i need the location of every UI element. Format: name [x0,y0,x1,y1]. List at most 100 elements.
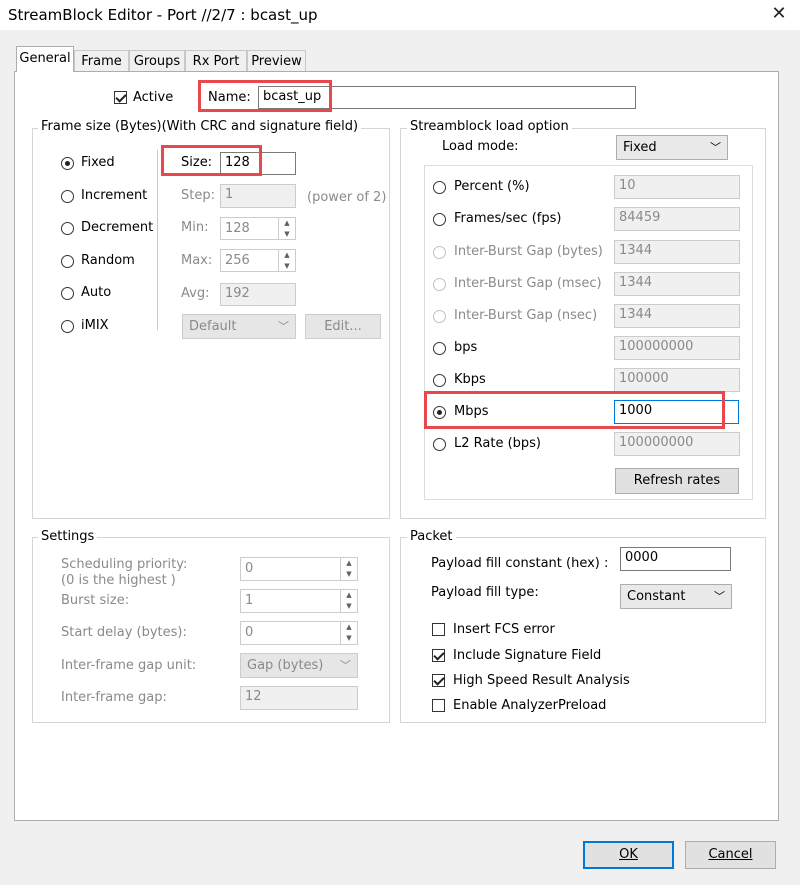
load-option-value[interactable]: 1000 [614,400,739,424]
load-option-value: 100000 [614,368,740,392]
active-checkbox[interactable] [114,91,127,104]
radio-fixed[interactable] [61,157,74,170]
frame-size-divider [157,150,158,330]
ok-button[interactable]: OK [583,841,674,869]
load-option-value: 100000000 [614,432,740,456]
radio-random[interactable] [61,255,74,268]
radio-imix[interactable] [61,320,74,333]
cancel-button[interactable]: Cancel [685,841,776,869]
burst-value: 1 [245,593,254,608]
spin-up-icon[interactable]: ▲ [279,250,295,261]
load-radio-3 [433,278,446,291]
gap-unit-label: Inter-frame gap unit: [61,658,197,673]
packet-checkbox-3[interactable] [432,699,445,712]
load-option-value: 84459 [614,207,740,231]
load-option-value: 1344 [614,240,740,264]
chevron-down-icon: ﹀ [340,659,351,672]
imix-select-value: Default [189,319,237,334]
name-input[interactable]: bcast_up [258,86,636,109]
radio-increment-label: Increment [81,188,148,203]
load-radio-0[interactable] [433,181,446,194]
gap-unit-value: Gap (bytes) [247,658,324,673]
load-option-label: Mbps [454,404,489,419]
fill-constant-input[interactable]: 0000 [620,547,731,571]
fill-type-select[interactable]: Constant ﹀ [620,584,732,609]
tab-general[interactable]: General [16,46,74,72]
max-value: 256 [225,253,250,268]
spin-down-icon[interactable]: ▼ [279,261,295,272]
packet-checkbox-1[interactable] [432,649,445,662]
burst-spinner[interactable]: 1 ▲ ▼ [240,589,358,613]
spin-down-icon[interactable]: ▼ [279,229,295,240]
spin-up-icon[interactable]: ▲ [341,558,357,569]
spin-up-icon[interactable]: ▲ [341,590,357,601]
min-spinner[interactable]: 128 ▲ ▼ [220,217,296,240]
radio-decrement[interactable] [61,222,74,235]
ok-button-label: OK [619,847,638,862]
chevron-down-icon: ﹀ [710,141,721,154]
max-spinner[interactable]: 256 ▲ ▼ [220,249,296,272]
window-title: StreamBlock Editor - Port //2/7 : bcast_… [8,6,318,24]
load-option-label: Inter-Burst Gap (bytes) [454,244,603,259]
load-radio-6[interactable] [433,374,446,387]
gap-unit-select[interactable]: Gap (bytes) ﹀ [240,653,358,678]
size-label: Size: [181,155,213,170]
load-option-label: Percent (%) [454,179,530,194]
packet-checkbox-label: Enable AnalyzerPreload [453,698,607,713]
min-label: Min: [181,220,209,235]
packet-title: Packet [407,529,456,545]
load-option-label: Inter-Burst Gap (msec) [454,276,602,291]
packet-checkbox-label: Insert FCS error [453,622,555,637]
spin-down-icon[interactable]: ▼ [341,633,357,644]
load-option-label: L2 Rate (bps) [454,436,542,451]
active-label: Active [133,90,174,105]
chevron-down-icon: ﹀ [278,320,289,333]
step-input[interactable]: 1 [220,184,296,208]
fill-type-label: Payload fill type: [431,585,539,600]
radio-decrement-label: Decrement [81,220,154,235]
radio-increment[interactable] [61,190,74,203]
load-radio-8[interactable] [433,438,446,451]
load-mode-value: Fixed [623,140,657,155]
min-value: 128 [225,221,250,236]
priority-spinner[interactable]: 0 ▲ ▼ [240,557,358,581]
chevron-down-icon: ﹀ [714,590,725,603]
fill-constant-label: Payload fill constant (hex) : [431,556,609,571]
tab-frame[interactable]: Frame [74,50,129,71]
frame-size-title: Frame size (Bytes)(With CRC and signatur… [38,119,362,135]
tab-groups[interactable]: Groups [129,50,185,71]
load-option-label: Frames/sec (fps) [454,211,562,226]
load-radio-4 [433,310,446,323]
load-mode-select[interactable]: Fixed ﹀ [616,135,728,160]
spin-up-icon[interactable]: ▲ [341,622,357,633]
refresh-rates-button[interactable]: Refresh rates [615,468,739,494]
load-radio-7[interactable] [433,406,446,419]
load-radio-5[interactable] [433,342,446,355]
imix-select[interactable]: Default ﹀ [182,314,296,339]
delay-spinner[interactable]: 0 ▲ ▼ [240,621,358,645]
edit-button[interactable]: Edit... [305,314,381,339]
radio-imix-label: iMIX [81,318,109,333]
load-option-value: 1344 [614,304,740,328]
spin-down-icon[interactable]: ▼ [341,569,357,580]
gap-input: 12 [240,686,358,710]
packet-checkbox-2[interactable] [432,674,445,687]
radio-auto-label: Auto [81,285,112,300]
fill-type-value: Constant [627,589,686,604]
delay-label: Start delay (bytes): [61,625,187,640]
load-radio-1[interactable] [433,213,446,226]
size-input[interactable]: 128 [220,152,296,175]
settings-title: Settings [38,529,98,545]
tab-rx-port[interactable]: Rx Port [185,50,247,71]
radio-random-label: Random [81,253,135,268]
close-icon[interactable]: ✕ [768,3,790,25]
step-note: (power of 2) [307,190,387,205]
spin-up-icon[interactable]: ▲ [279,218,295,229]
tab-preview[interactable]: Preview [247,50,306,71]
load-option-label: Inter-Burst Gap (nsec) [454,308,598,323]
spin-down-icon[interactable]: ▼ [341,601,357,612]
max-label: Max: [181,253,213,268]
radio-auto[interactable] [61,287,74,300]
load-radio-2 [433,246,446,259]
packet-checkbox-0[interactable] [432,623,445,636]
